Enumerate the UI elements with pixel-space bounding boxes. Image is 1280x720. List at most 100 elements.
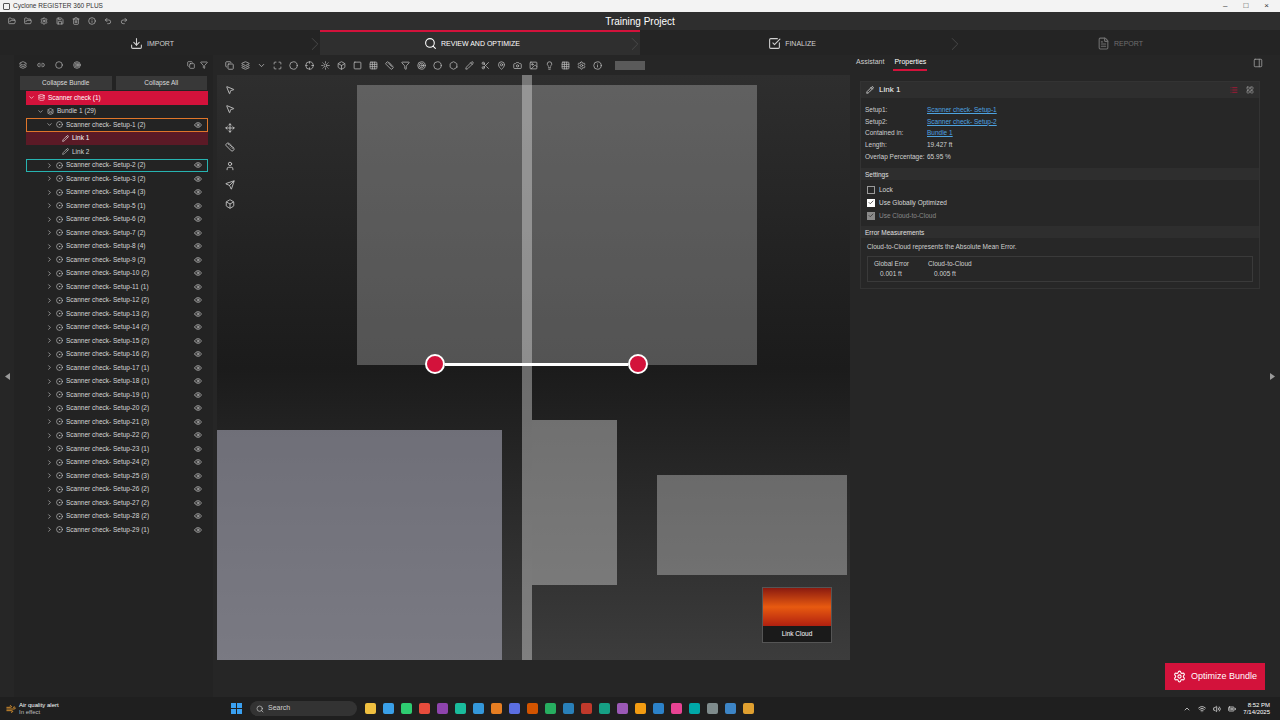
window-control[interactable]: × [1264, 2, 1269, 10]
tree-item[interactable]: Scanner check- Setup-11 (1) [26, 280, 208, 294]
collapse-icon[interactable] [46, 418, 53, 425]
expand-icon[interactable] [28, 94, 35, 101]
toolbar-icon[interactable] [104, 17, 112, 25]
link-handle[interactable] [628, 354, 648, 374]
visibility-icon[interactable] [194, 431, 202, 439]
collapse-left-icon[interactable] [5, 373, 10, 380]
viewport-tool-icon[interactable] [465, 61, 474, 70]
visibility-icon[interactable] [194, 445, 202, 453]
tree-item[interactable]: Scanner check- Setup-20 (2) [26, 402, 208, 416]
collapse-icon[interactable] [46, 472, 53, 479]
collapse-button[interactable]: Collapse All [116, 76, 208, 90]
collapse-icon[interactable] [46, 391, 53, 398]
visibility-icon[interactable] [194, 512, 202, 520]
viewport-tool-icon[interactable] [577, 61, 586, 70]
taskbar-app-icon[interactable] [455, 703, 466, 714]
taskbar-app-icon[interactable] [491, 703, 502, 714]
point-size-field[interactable] [615, 61, 645, 70]
tray-overflow-icon[interactable] [1183, 705, 1191, 713]
visibility-icon[interactable] [194, 269, 202, 277]
visibility-icon[interactable] [194, 202, 202, 210]
viewport-tool-icon[interactable] [257, 61, 266, 70]
tree-item[interactable]: Scanner check- Setup-14 (2) [26, 321, 208, 335]
navigation-tool-icon[interactable] [225, 85, 235, 95]
tree-item[interactable]: Scanner check- Setup-26 (2) [26, 483, 208, 497]
toolbar-icon[interactable] [8, 17, 16, 25]
tree-item[interactable]: Scanner check- Setup-8 (4) [26, 240, 208, 254]
collapse-icon[interactable] [46, 202, 53, 209]
navigation-tool-icon[interactable] [225, 104, 235, 114]
workflow-step[interactable]: FINALIZE [640, 30, 960, 55]
tree-item[interactable]: Scanner check- Setup-27 (2) [26, 496, 208, 510]
tree-item[interactable]: Scanner check- Setup-24 (2) [26, 456, 208, 470]
viewport-tool-icon[interactable] [353, 61, 362, 70]
navigation-tool-icon[interactable] [225, 199, 235, 209]
visibility-icon[interactable] [194, 229, 202, 237]
tree-item[interactable]: Scanner check- Setup-13 (2) [26, 307, 208, 321]
tree-item[interactable]: Scanner check- Setup-12 (2) [26, 294, 208, 308]
collapse-icon[interactable] [46, 445, 53, 452]
taskbar-app-icon[interactable] [473, 703, 484, 714]
panel-tab-icon[interactable] [37, 61, 45, 69]
tree-item[interactable]: Scanner check- Setup-29 (1) [26, 523, 208, 537]
visibility-icon[interactable] [194, 337, 202, 345]
viewport-tool-icon[interactable] [273, 61, 282, 70]
right-collapse-strip[interactable] [1265, 55, 1280, 697]
viewport-tool-icon[interactable] [417, 61, 426, 70]
optimize-bundle-button[interactable]: Optimize Bundle [1165, 663, 1265, 690]
taskbar-search[interactable]: Search [250, 701, 357, 716]
collapse-icon[interactable] [46, 432, 53, 439]
taskbar-app-icon[interactable] [671, 703, 682, 714]
taskbar-app-icon[interactable] [689, 703, 700, 714]
collapse-icon[interactable] [46, 378, 53, 385]
collapse-icon[interactable] [46, 351, 53, 358]
toolbar-icon[interactable] [40, 17, 48, 25]
workflow-step[interactable]: IMPORT [0, 30, 320, 55]
tree-item[interactable]: Scanner check- Setup-22 (2) [26, 429, 208, 443]
visibility-icon[interactable] [194, 242, 202, 250]
collapse-icon[interactable] [46, 270, 53, 277]
panel-tab[interactable]: Properties [893, 55, 927, 71]
tree-item[interactable]: Scanner check- Setup-16 (2) [26, 348, 208, 362]
setting-row[interactable]: Lock [867, 183, 1253, 196]
viewport-tool-icon[interactable] [561, 61, 570, 70]
viewport-tool-icon[interactable] [593, 61, 602, 70]
battery-icon[interactable] [1228, 705, 1236, 713]
viewport-tool-icon[interactable] [545, 61, 554, 70]
link-handle[interactable] [425, 354, 445, 374]
taskbar-app-icon[interactable] [707, 703, 718, 714]
visibility-icon[interactable] [194, 404, 202, 412]
collapse-right-icon[interactable] [1270, 373, 1275, 380]
workflow-step[interactable]: REVIEW AND OPTIMIZE [320, 30, 640, 55]
setting-row[interactable]: Use Globally Optimized [867, 196, 1253, 209]
checkbox[interactable] [867, 186, 875, 194]
collapse-icon[interactable] [46, 229, 53, 236]
tree-item[interactable]: Scanner check (1) [26, 91, 208, 105]
collapse-icon[interactable] [46, 175, 53, 182]
navigation-tool-icon[interactable] [225, 161, 235, 171]
collapse-icon[interactable] [46, 243, 53, 250]
viewport-tool-icon[interactable] [497, 61, 506, 70]
visibility-icon[interactable] [194, 391, 202, 399]
collapse-icon[interactable] [46, 216, 53, 223]
setting-row[interactable]: Use Cloud-to-Cloud [867, 209, 1253, 222]
navigation-tool-icon[interactable] [225, 123, 235, 133]
taskbar-app-icon[interactable] [725, 703, 736, 714]
viewport-tool-icon[interactable] [385, 61, 394, 70]
taskbar-app-icon[interactable] [419, 703, 430, 714]
collapse-icon[interactable] [46, 162, 53, 169]
panel-tab-icon[interactable] [73, 61, 81, 69]
panel-action-icon[interactable] [187, 61, 195, 69]
collapse-icon[interactable] [46, 310, 53, 317]
taskbar-app-icon[interactable] [437, 703, 448, 714]
tree-item[interactable]: Scanner check- Setup-17 (1) [26, 361, 208, 375]
tree-item[interactable]: Link 1 [26, 132, 208, 146]
visibility-icon[interactable] [194, 215, 202, 223]
visibility-icon[interactable] [194, 485, 202, 493]
wifi-icon[interactable] [1198, 705, 1206, 713]
tree-item[interactable]: Scanner check- Setup-10 (2) [26, 267, 208, 281]
viewport-tool-icon[interactable] [433, 61, 442, 70]
property-value[interactable]: Scanner check- Setup-2 [927, 117, 997, 127]
tree-item[interactable]: Bundle 1 (29) [26, 105, 208, 119]
panel-tab[interactable]: Assistant [855, 55, 885, 71]
